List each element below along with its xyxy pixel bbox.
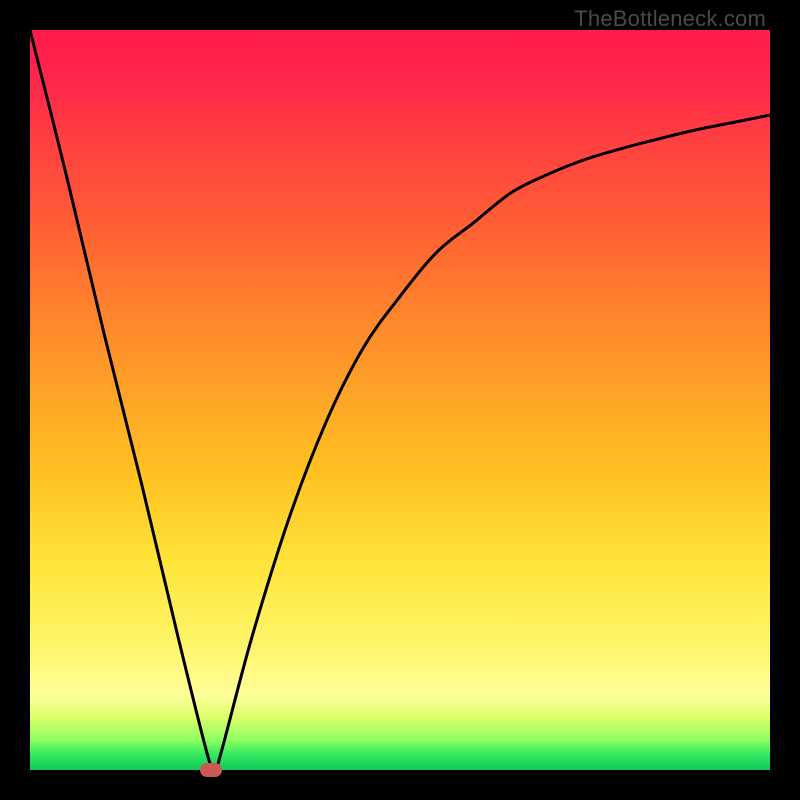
watermark-text: TheBottleneck.com <box>574 6 766 32</box>
plot-area <box>30 30 770 770</box>
chart-frame: TheBottleneck.com <box>0 0 800 800</box>
curve-path <box>30 30 770 770</box>
curve-svg <box>30 30 770 770</box>
minimum-marker <box>200 763 222 777</box>
